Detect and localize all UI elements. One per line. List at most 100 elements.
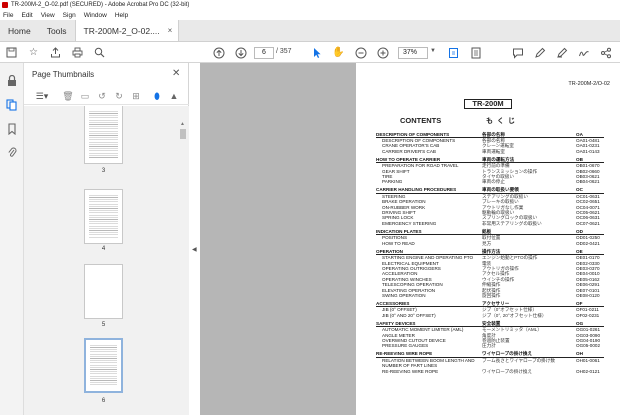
zoom-in-icon [377, 47, 388, 58]
acrobat-logo-icon [2, 2, 8, 8]
rotate-right-icon[interactable]: ↻ [113, 90, 125, 102]
thumbnail-scrollbar[interactable] [179, 122, 187, 415]
close-panel-icon[interactable]: ✕ [172, 68, 180, 79]
tab-document-label: TR-200M-2_O-02.... [83, 25, 160, 36]
contents-heading-jp: もくじ [486, 118, 519, 125]
pen-icon [534, 47, 545, 58]
page-number-input[interactable]: 6 [254, 47, 274, 59]
thumbnail-scroll-thumb[interactable] [180, 129, 186, 139]
comment-button[interactable] [510, 45, 525, 60]
print-button[interactable] [70, 45, 85, 60]
pdf-page: TR-200M-2/O-02 TR-200M CONTENTS もくじ DESC… [356, 63, 620, 415]
sign-button[interactable] [576, 45, 591, 60]
toc-row-code: OH02-0121 [576, 368, 600, 374]
thumbnail-list: 3 4 5 6 [24, 106, 189, 415]
zoom-in-button[interactable] [375, 45, 390, 60]
toc-row: CARRIER DRIVER'S CAB 車両運転室 OA01-0143 [376, 149, 604, 154]
scroll-mode-button[interactable] [468, 45, 483, 60]
lock-icon[interactable] [6, 75, 18, 87]
toc-row-jp: 車両の停止 [482, 179, 505, 185]
zoom-out-button[interactable] [353, 45, 368, 60]
toc-row: RELATION BETWEEN BOOM LENGTH AND NUMBER … [376, 358, 604, 369]
collapse-panel-icon[interactable]: ◀ [192, 246, 197, 253]
toc-section-code: OD [576, 228, 583, 234]
toc-row-en: RELATION BETWEEN BOOM LENGTH AND NUMBER … [382, 357, 475, 369]
upload-button[interactable] [48, 45, 63, 60]
tab-home[interactable]: Home [0, 20, 39, 41]
page-preview [90, 345, 117, 386]
toc-section-jp: 銘板 [482, 228, 492, 234]
next-page-button[interactable] [233, 45, 248, 60]
print-icon [72, 47, 83, 58]
bookmark-icon[interactable] [6, 123, 18, 135]
toc-section-jp: 操作方法 [482, 248, 501, 254]
toc-section-en: ACCESSORIES [376, 300, 410, 306]
document-view[interactable]: TR-200M-2/O-02 TR-200M CONTENTS もくじ DESC… [200, 63, 620, 415]
page-preview [89, 195, 118, 238]
toc-row-code: OB04-0621 [576, 179, 600, 185]
hand-tool-button[interactable]: ✋ [331, 45, 346, 60]
arrow-down-circle-icon [235, 47, 246, 58]
left-rail [0, 63, 24, 415]
thumbnail-page-5[interactable] [84, 264, 123, 319]
title-bar: TR-200M-2_O-02.pdf (SECURED) - Adobe Acr… [0, 0, 620, 10]
menu-view[interactable]: View [41, 12, 55, 19]
search-button[interactable] [92, 45, 107, 60]
page-display-button[interactable] [446, 45, 461, 60]
scroll-up-icon[interactable]: ▲ [180, 121, 185, 127]
toc-section-en: HOW TO OPERATE CARRIER [376, 156, 441, 162]
highlight-button[interactable] [532, 45, 547, 60]
toc-section-en: SAFETY DEVICES [376, 320, 416, 326]
page-thumbnails-panel: Page Thumbnails ✕ ☰▾ 🗑 ▭ ↺ ↻ ⊞ ⬮ ▲ 3 4 5… [24, 63, 189, 415]
toc-section-jp: ワイヤロープの掛け換え [482, 351, 533, 357]
thumbnail-page-6[interactable] [84, 338, 123, 393]
mountain-icon[interactable]: ▲ [168, 90, 180, 102]
window-title: TR-200M-2_O-02.pdf (SECURED) - Adobe Acr… [11, 2, 190, 8]
toc-row-jp: 旋回操作 [482, 292, 501, 298]
toc-row-code: OA01-0143 [576, 148, 600, 154]
menu-bar: File Edit View Sign Window Help [0, 10, 620, 20]
tab-document[interactable]: TR-200M-2_O-02.... × [74, 20, 180, 41]
thumbnail-page-4[interactable] [84, 189, 123, 244]
toc-section-jp: 各部の名称 [482, 131, 505, 137]
toc-row-en: JIB (0° AND 20° OFFSET) [382, 312, 436, 318]
menu-help[interactable]: Help [115, 12, 128, 19]
bookmark-star-button[interactable]: ☆ [26, 45, 41, 60]
pen-marker-icon[interactable]: ⬮ [151, 90, 163, 102]
toc-section-jp: 安全装置 [482, 320, 501, 326]
save-button[interactable] [4, 45, 19, 60]
insert-page-icon[interactable]: ⊞ [130, 90, 142, 102]
toc-section-code: OH [576, 351, 583, 357]
share-button[interactable] [598, 45, 613, 60]
zoom-level-dropdown[interactable]: 37% [398, 47, 428, 59]
cursor-arrow-icon [313, 47, 321, 58]
rotate-left-icon[interactable]: ↺ [96, 90, 108, 102]
toc-row-jp: ワイヤロープの掛け換え [482, 368, 533, 374]
upload-icon [51, 47, 60, 58]
close-tab-icon[interactable]: × [168, 26, 173, 35]
previous-page-button[interactable] [211, 45, 226, 60]
toc-row-code: OC07-0621 [576, 220, 600, 226]
toc-row: EMERGENCY STEERING 非常用ステアリングの取扱い OC07-0621 [376, 221, 604, 226]
toc-row-en: CARRIER DRIVER'S CAB [382, 148, 436, 154]
toc-section-jp: アクセサリー [482, 300, 510, 306]
extract-page-icon[interactable]: ▭ [79, 90, 91, 102]
delete-page-icon[interactable]: 🗑 [62, 90, 74, 102]
thumbnail-page-3[interactable] [84, 106, 123, 164]
draw-button[interactable] [554, 45, 569, 60]
page-thumbnails-icon[interactable] [6, 99, 18, 111]
page-total: / 357 [276, 48, 292, 55]
menu-window[interactable]: Window [84, 12, 107, 19]
search-icon [94, 47, 105, 58]
select-tool-button[interactable] [309, 45, 324, 60]
thumbnail-label: 3 [101, 168, 106, 174]
menu-sign[interactable]: Sign [63, 12, 76, 19]
toc-section-en: INDICATION PLATES [376, 228, 422, 234]
attachment-icon[interactable] [6, 147, 18, 159]
options-menu-icon[interactable]: ☰▾ [32, 90, 52, 102]
chevron-down-icon[interactable]: ▼ [430, 48, 436, 54]
menu-file[interactable]: File [3, 12, 13, 19]
menu-edit[interactable]: Edit [21, 12, 32, 19]
toc-row-code: OH01-0061 [576, 357, 600, 363]
tab-tools[interactable]: Tools [39, 20, 75, 41]
